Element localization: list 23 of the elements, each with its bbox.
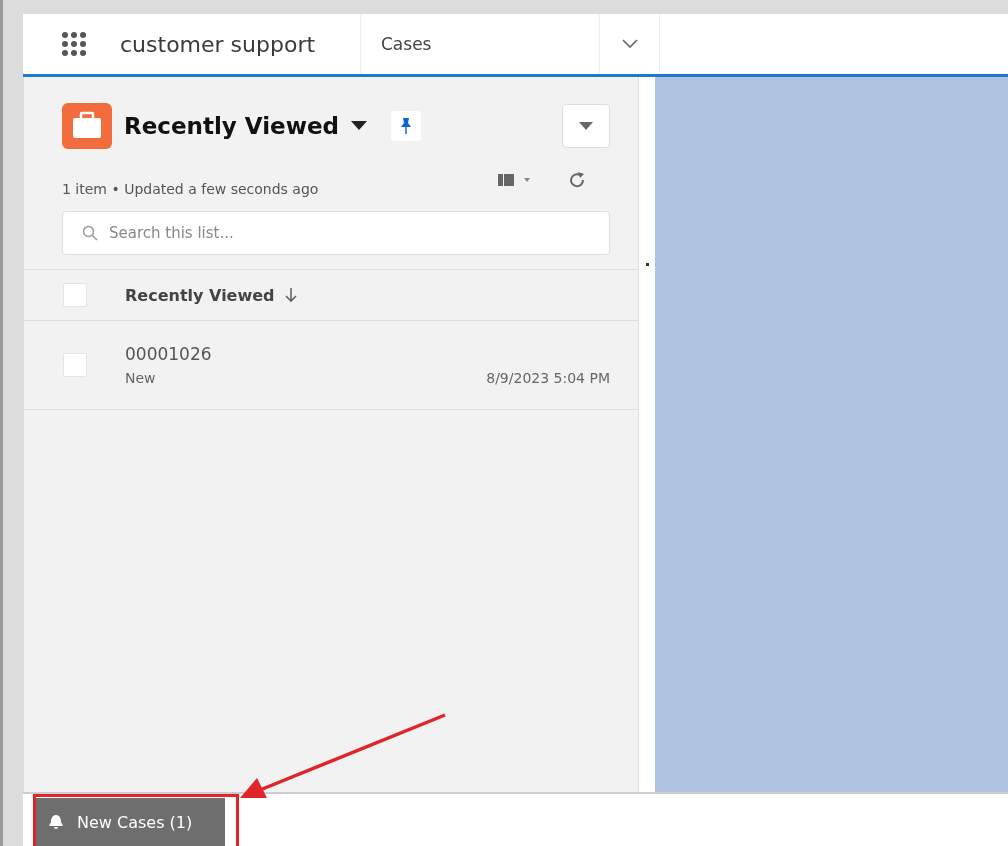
list-status: 1 item • Updated a few seconds ago: [62, 181, 320, 197]
search-icon: [82, 225, 98, 241]
bell-icon: [47, 813, 65, 831]
app-launcher-icon[interactable]: [61, 31, 87, 57]
column-header[interactable]: Recently Viewed: [125, 285, 275, 305]
briefcase-icon: [62, 103, 112, 149]
checkbox[interactable]: [63, 353, 87, 377]
list-actions-button[interactable]: [562, 104, 610, 148]
pin-icon[interactable]: [391, 111, 421, 141]
app-name: customer support: [120, 31, 317, 57]
chevron-down-icon: [621, 38, 638, 49]
case-number-link[interactable]: 00001026: [125, 344, 610, 364]
case-date: 8/9/2023 5:04 PM: [486, 370, 610, 386]
caret-icon[interactable]: [351, 121, 367, 131]
nav-tab[interactable]: Cases: [360, 14, 600, 74]
checkbox[interactable]: [63, 283, 87, 307]
case-status: New: [125, 370, 156, 386]
list-view-title[interactable]: Recently Viewed: [124, 113, 339, 139]
utility-bar-item[interactable]: New Cases (1): [33, 798, 225, 846]
caret-icon: [579, 121, 593, 131]
search-field[interactable]: Search this list...: [62, 211, 610, 255]
sort-arrow-icon[interactable]: [284, 287, 297, 303]
splitter-handle[interactable]: [638, 77, 655, 792]
